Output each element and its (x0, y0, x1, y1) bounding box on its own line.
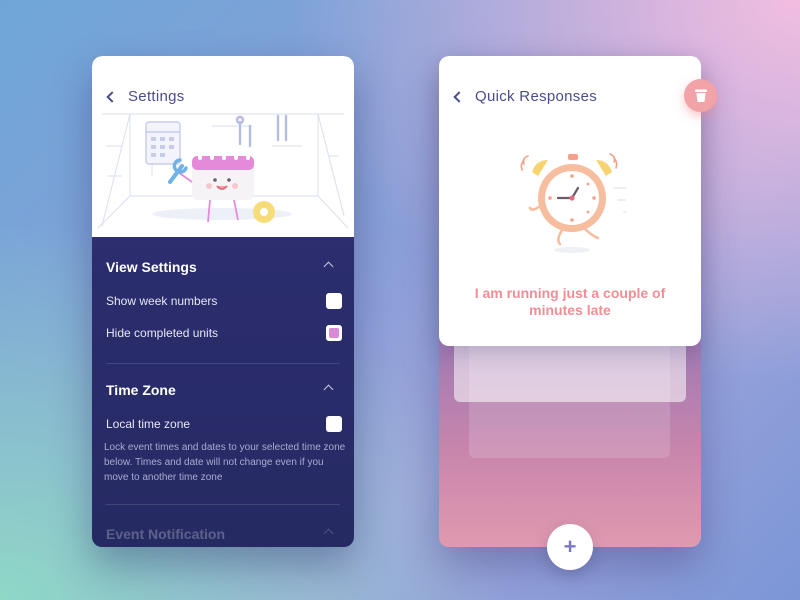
chevron-left-icon[interactable] (106, 90, 118, 103)
response-card[interactable]: Quick Responses I am running just a coup… (439, 56, 701, 346)
time-zone-description: Lock event times and dates to your selec… (104, 442, 346, 483)
settings-header: Settings (92, 56, 354, 237)
show-week-numbers-checkbox[interactable] (326, 293, 342, 309)
view-settings-title: View Settings (106, 259, 197, 275)
section-divider (106, 504, 340, 505)
quick-response-message: I am running just a couple of minutes la… (474, 285, 666, 318)
option-show-week-numbers: Show week numbers (106, 291, 342, 311)
quick-responses-back-button[interactable]: Quick Responses (453, 88, 598, 105)
settings-back-button[interactable]: Settings (106, 88, 185, 105)
settings-title: Settings (128, 88, 185, 105)
option-local-time-zone: Local time zone (106, 414, 342, 434)
option-label: Show week numbers (106, 294, 218, 308)
delete-response-button[interactable] (684, 79, 717, 112)
time-zone-title: Time Zone (106, 382, 176, 398)
response-card-stacked-middle[interactable] (454, 340, 686, 402)
plus-icon: + (563, 534, 577, 559)
hide-completed-units-checkbox[interactable] (326, 325, 342, 341)
calendar-repair-illustration (97, 113, 349, 229)
option-hide-completed-units: Hide completed units (106, 323, 342, 343)
section-divider (106, 363, 340, 364)
settings-panel: Settings View Settings Show week numbers… (92, 56, 354, 547)
time-zone-section-header[interactable]: Time Zone (106, 382, 342, 398)
checkbox-checked-indicator (329, 328, 339, 338)
trash-icon (694, 89, 707, 102)
event-notification-title: Event Notification (106, 526, 226, 542)
option-label: Hide completed units (106, 326, 219, 340)
view-settings-section-header[interactable]: View Settings (106, 259, 342, 275)
add-response-button[interactable]: + (547, 524, 593, 570)
chevron-left-icon[interactable] (453, 90, 465, 103)
local-time-zone-checkbox[interactable] (326, 416, 342, 432)
running-alarm-clock-illustration (520, 153, 626, 253)
option-label: Local time zone (106, 417, 191, 431)
quick-responses-title: Quick Responses (475, 88, 598, 105)
event-notification-section-header[interactable]: Event Notification (106, 526, 342, 542)
